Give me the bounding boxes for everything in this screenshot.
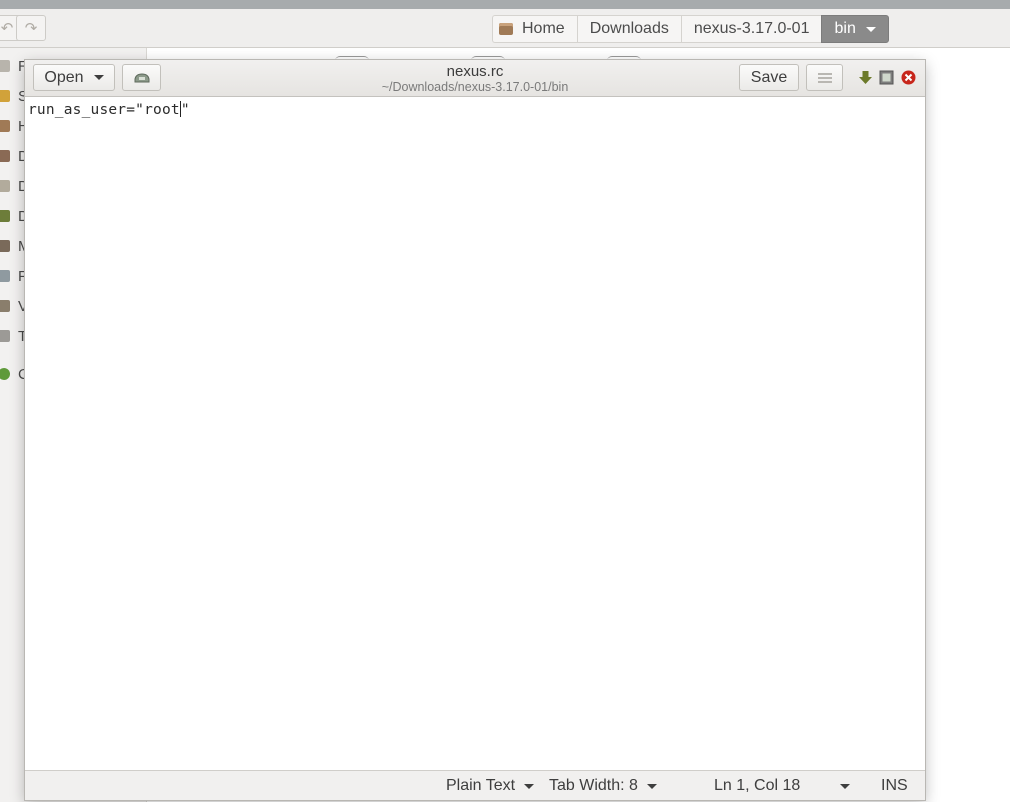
chevron-down-icon [93,75,104,80]
chevron-down-icon [646,783,657,789]
cursor-position-selector[interactable]: Ln 1, Col 18 [714,775,851,797]
star-icon [0,90,10,102]
breadcrumb-downloads[interactable]: Downloads [576,15,681,43]
document-path: ~/Downloads/nexus-3.17.0-01/bin [381,80,569,94]
maximize-icon[interactable] [879,70,894,85]
back-arrow-icon: ↶ [0,19,14,37]
minimize-icon[interactable] [858,70,873,85]
tab-width-selector[interactable]: Tab Width: 8 [549,775,657,797]
insert-mode-indicator[interactable]: INS [881,775,908,797]
menu-button[interactable] [806,64,843,91]
chevron-down-icon [840,783,851,789]
home-folder-icon [0,120,10,132]
editor-headerbar: Open nexus.rc ~/Downloads/nexus-3.17.0-0… [25,60,925,97]
recent-icon [0,60,10,72]
text-editing-area[interactable]: run_as_user="root" [25,97,925,770]
sidebar-item-pictures[interactable]: P [0,266,28,286]
pictures-icon [0,270,10,282]
sidebar-item-trash[interactable]: T [0,326,27,346]
editor-title-area: nexus.rc ~/Downloads/nexus-3.17.0-01/bin [325,63,625,95]
breadcrumb: Home Downloads nexus-3.17.0-01 bin [492,15,889,43]
save-button[interactable]: Save [739,64,799,91]
new-tab-button[interactable] [122,64,161,91]
desktop-icon [0,150,10,162]
downloads-icon [0,210,10,222]
open-button[interactable]: Open [33,64,115,91]
document-text-line[interactable]: run_as_user="root" [28,101,190,118]
editor-statusbar: Plain Text Tab Width: 8 Ln 1, Col 18 INS [25,770,925,800]
chevron-down-icon [524,783,535,789]
chevron-down-icon [865,26,876,32]
new-document-icon [134,72,149,82]
trash-icon [0,330,10,342]
music-icon [0,240,10,252]
home-folder-icon [499,23,513,35]
text-editor-window: Open nexus.rc ~/Downloads/nexus-3.17.0-0… [25,60,925,800]
language-selector[interactable]: Plain Text [446,775,535,797]
sidebar-item-starred[interactable]: S [0,86,28,106]
file-manager-header: ↶ ↷ Home Downloads nexus-3.17.0-01 bin [0,9,1010,48]
desktop-top-strip [0,0,1010,9]
breadcrumb-nexus[interactable]: nexus-3.17.0-01 [680,15,822,43]
close-icon[interactable] [901,70,916,85]
forward-button[interactable]: ↷ [16,15,46,41]
videos-icon [0,300,10,312]
document-title: nexus.rc [446,63,504,80]
hamburger-menu-icon [817,72,832,83]
sidebar-item-videos[interactable]: V [0,296,28,316]
documents-icon [0,180,10,192]
plus-icon [0,368,10,380]
breadcrumb-bin[interactable]: bin [821,15,889,43]
breadcrumb-home[interactable]: Home [492,15,577,43]
forward-arrow-icon: ↷ [24,19,38,37]
